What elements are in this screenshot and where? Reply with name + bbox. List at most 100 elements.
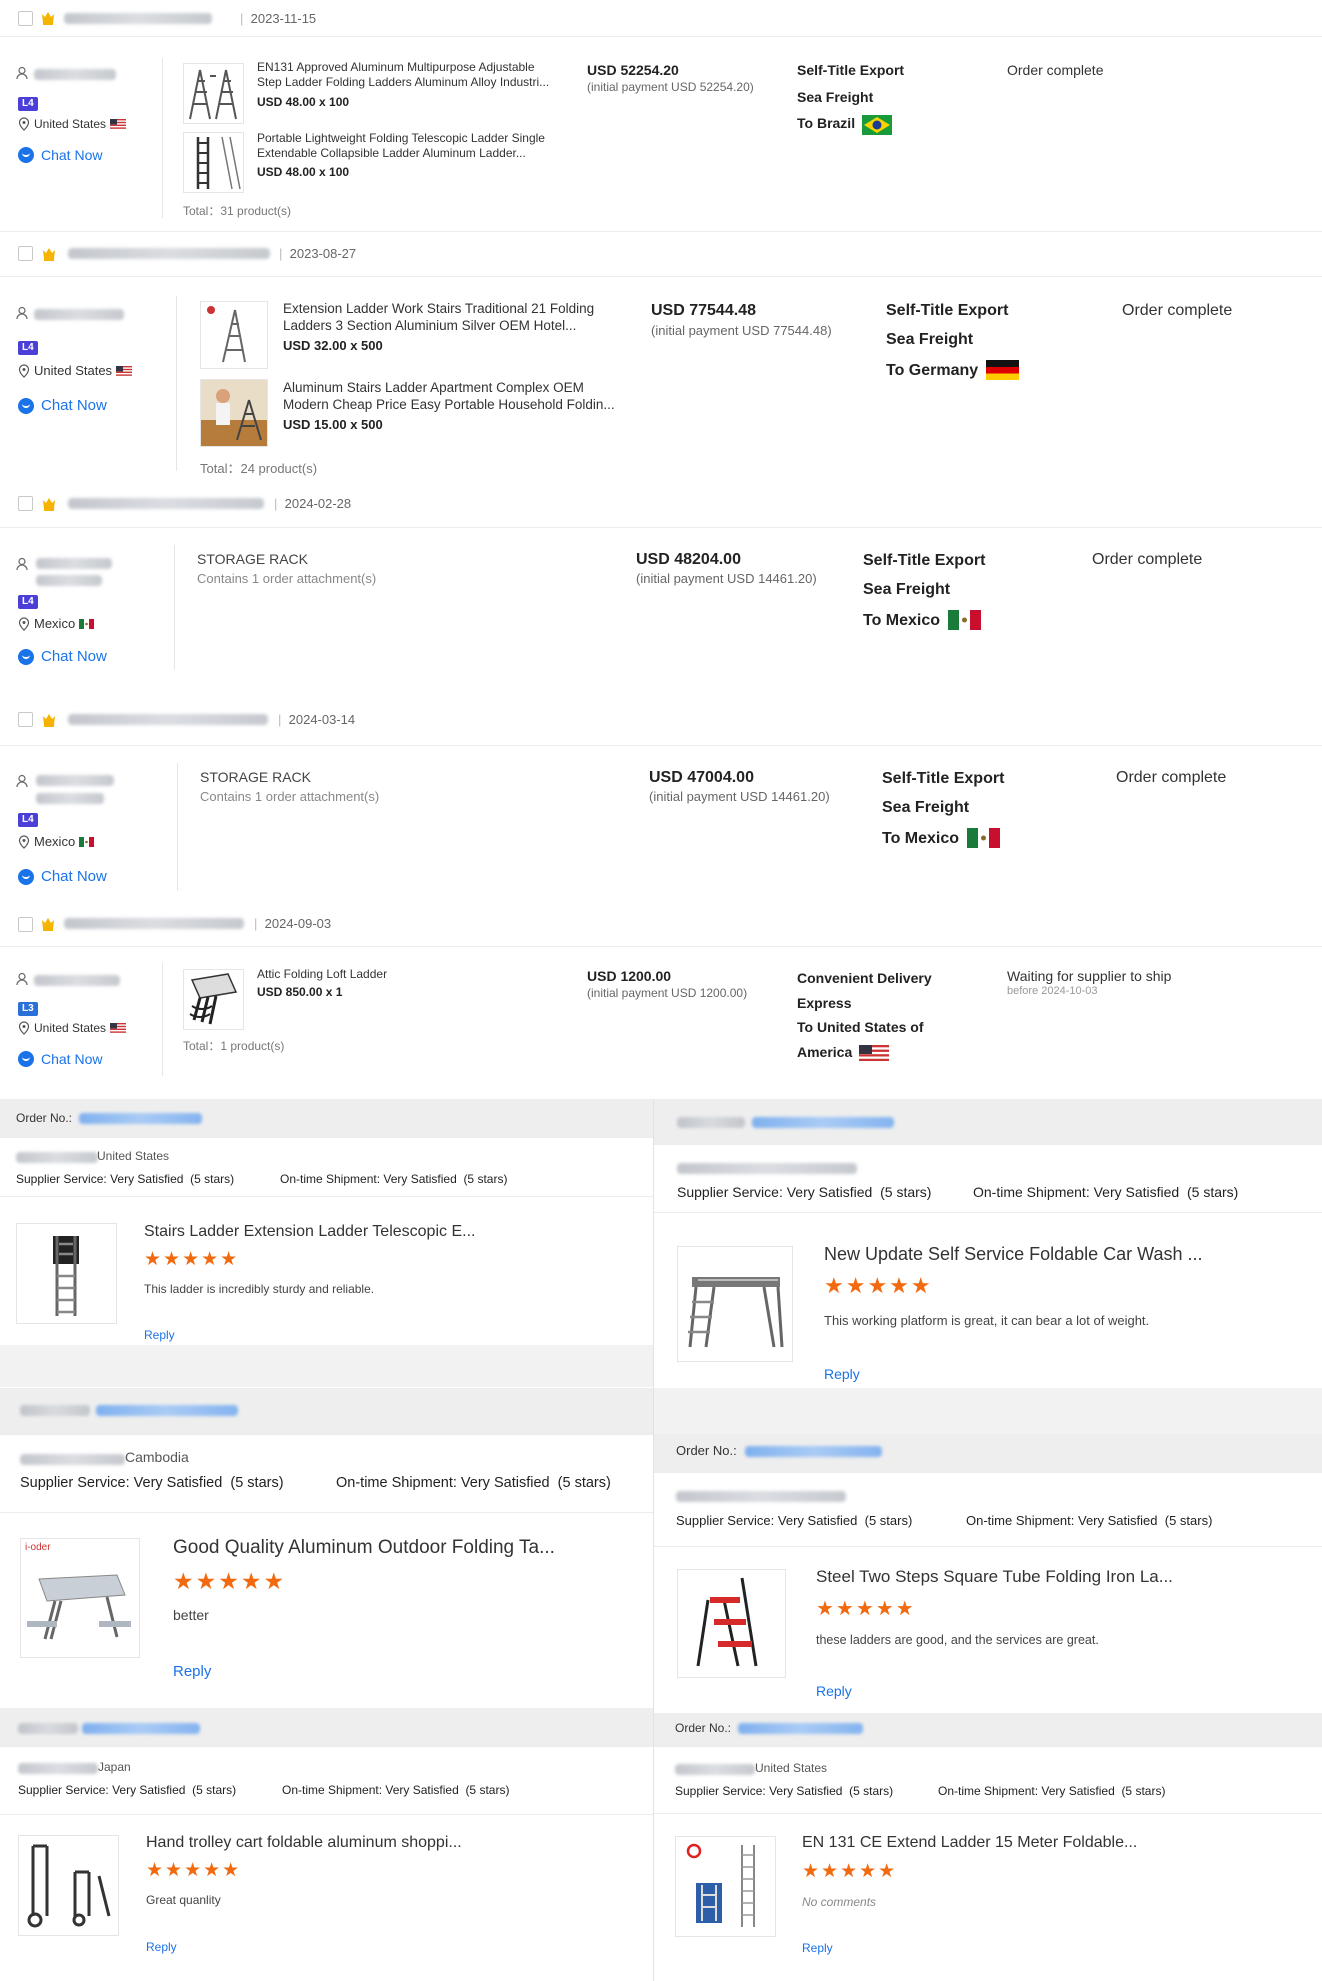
reply-link[interactable]: Reply — [173, 1663, 211, 1680]
rating-line: On-time Shipment: Very Satisfied (5 star… — [973, 1184, 1239, 1200]
reviewer-country: United States — [755, 1761, 828, 1775]
order-date: 2023-08-27 — [289, 246, 357, 261]
review-product-title[interactable]: New Update Self Service Foldable Car Was… — [824, 1244, 1203, 1265]
buyer-name-redacted — [34, 69, 116, 80]
product-total: Total：24 product(s) — [200, 461, 318, 476]
user-icon — [16, 774, 28, 788]
order-amount: USD 52254.20 — [587, 62, 679, 78]
reply-link[interactable]: Reply — [144, 1328, 175, 1342]
product-thumbnail[interactable] — [183, 969, 244, 1030]
review-comment: Great quanlity — [146, 1893, 221, 1907]
order-status: Waiting for supplier to ship — [1007, 968, 1172, 984]
order-checkbox[interactable] — [18, 917, 33, 932]
order-number-label-redacted — [677, 1117, 745, 1128]
order-checkbox[interactable] — [18, 11, 33, 26]
order-number-link[interactable] — [96, 1405, 238, 1416]
order-checkbox[interactable] — [18, 496, 33, 511]
chat-now-button[interactable]: Chat Now — [18, 648, 107, 665]
user-icon — [16, 306, 28, 320]
order-number-label-redacted — [20, 1405, 90, 1416]
order-status: Order complete — [1122, 302, 1233, 319]
order-checkbox[interactable] — [18, 246, 33, 261]
order-number-redacted — [68, 498, 264, 509]
reviewer-name-redacted — [18, 1763, 98, 1774]
reply-link[interactable]: Reply — [824, 1366, 860, 1382]
user-icon — [16, 66, 28, 80]
product-thumbnail[interactable]: i-oder — [20, 1538, 140, 1658]
reviewer-name-redacted — [676, 1491, 846, 1502]
product-thumbnail[interactable] — [183, 63, 244, 124]
product-price: USD 850.00 x 1 — [257, 985, 343, 999]
product-thumbnail[interactable] — [18, 1835, 119, 1936]
review-comment: No comments — [802, 1895, 877, 1909]
product-thumbnail[interactable] — [200, 301, 268, 369]
product-thumbnail[interactable] — [200, 379, 268, 447]
rating-line: On-time Shipment: Very Satisfied (5 star… — [938, 1784, 1166, 1798]
attachment-count[interactable]: Contains 1 order attachment(s) — [197, 571, 376, 586]
review-product-title[interactable]: Steel Two Steps Square Tube Folding Iron… — [816, 1567, 1173, 1587]
reply-link[interactable]: Reply — [816, 1683, 852, 1699]
review-product-title[interactable]: Stairs Ladder Extension Ladder Telescopi… — [144, 1223, 475, 1241]
us-flag-icon — [110, 119, 127, 129]
rack-title[interactable]: STORAGE RACK — [197, 551, 308, 567]
product-thumbnail[interactable] — [677, 1569, 786, 1678]
order-number-label: Order No.: — [675, 1721, 732, 1735]
product-title[interactable]: Extension Ladder Work Stairs Traditional… — [283, 300, 594, 334]
product-title[interactable]: Attic Folding Loft Ladder — [257, 967, 387, 982]
chat-now-button[interactable]: Chat Now — [18, 868, 107, 885]
rating-stars: ★★★★★ — [802, 1861, 898, 1882]
order-checkbox[interactable] — [18, 712, 33, 727]
review-product-title[interactable]: Hand trolley cart foldable aluminum shop… — [146, 1834, 462, 1852]
buyer-level-badge: L4 — [18, 97, 38, 111]
order-number-link[interactable] — [738, 1723, 863, 1734]
review-comment: better — [173, 1607, 209, 1623]
mexico-flag-icon — [966, 828, 1000, 849]
order-number-link[interactable] — [79, 1113, 202, 1124]
product-thumbnail[interactable] — [16, 1223, 117, 1324]
review-product-title[interactable]: Good Quality Aluminum Outdoor Folding Ta… — [173, 1537, 555, 1559]
reply-link[interactable]: Reply — [146, 1940, 177, 1954]
crown-icon — [42, 12, 54, 25]
shipping-info: Self-Title Export Sea Freight To Mexico — [882, 770, 1005, 849]
crown-icon — [43, 498, 55, 511]
attachment-count[interactable]: Contains 1 order attachment(s) — [200, 789, 379, 804]
review-comment: This working platform is great, it can b… — [824, 1313, 1150, 1328]
order-number-link[interactable] — [745, 1446, 882, 1457]
buyer-country: United States — [18, 1021, 127, 1035]
location-pin-icon — [18, 117, 30, 131]
product-price: USD 48.00 x 100 — [257, 165, 350, 179]
rack-title[interactable]: STORAGE RACK — [200, 769, 311, 785]
mexico-flag-icon — [79, 836, 95, 847]
chat-now-button[interactable]: Chat Now — [18, 147, 102, 163]
order-number-link[interactable] — [752, 1117, 894, 1128]
buyer-country: Mexico — [18, 834, 95, 849]
rating-line: On-time Shipment: Very Satisfied (5 star… — [280, 1172, 508, 1186]
order-status: Order complete — [1092, 551, 1203, 568]
product-thumbnail[interactable] — [183, 132, 244, 193]
chat-now-button[interactable]: Chat Now — [18, 397, 107, 414]
buyer-name-redacted — [34, 309, 124, 320]
product-thumbnail[interactable] — [675, 1836, 776, 1937]
initial-payment: (initial payment USD 1200.00) — [587, 986, 748, 1000]
review-comment: these ladders are good, and the services… — [816, 1633, 1099, 1647]
buyer-level-badge: L3 — [18, 1002, 38, 1016]
initial-payment: (initial payment USD 52254.20) — [587, 80, 754, 94]
order-number-link[interactable] — [82, 1723, 200, 1734]
location-pin-icon — [18, 616, 30, 631]
product-thumbnail[interactable] — [677, 1246, 793, 1362]
product-total: Total：31 product(s) — [183, 204, 292, 218]
rating-line: On-time Shipment: Very Satisfied (5 star… — [966, 1513, 1213, 1528]
product-title[interactable]: EN131 Approved Aluminum Multipurpose Adj… — [257, 60, 549, 90]
product-title[interactable]: Portable Lightweight Folding Telescopic … — [257, 131, 545, 161]
order-number-redacted — [64, 13, 212, 24]
rating-stars: ★★★★★ — [146, 1860, 242, 1881]
location-pin-icon — [18, 363, 30, 378]
chat-icon — [18, 868, 34, 885]
reply-link[interactable]: Reply — [802, 1941, 833, 1955]
chat-icon — [18, 397, 34, 414]
chat-now-button[interactable]: Chat Now — [18, 1051, 102, 1067]
order-number-label-redacted — [18, 1723, 78, 1734]
review-product-title[interactable]: EN 131 CE Extend Ladder 15 Meter Foldabl… — [802, 1834, 1137, 1852]
shipping-info: Convenient Delivery Express To United Sta… — [797, 970, 932, 1061]
product-title[interactable]: Aluminum Stairs Ladder Apartment Complex… — [283, 379, 615, 413]
